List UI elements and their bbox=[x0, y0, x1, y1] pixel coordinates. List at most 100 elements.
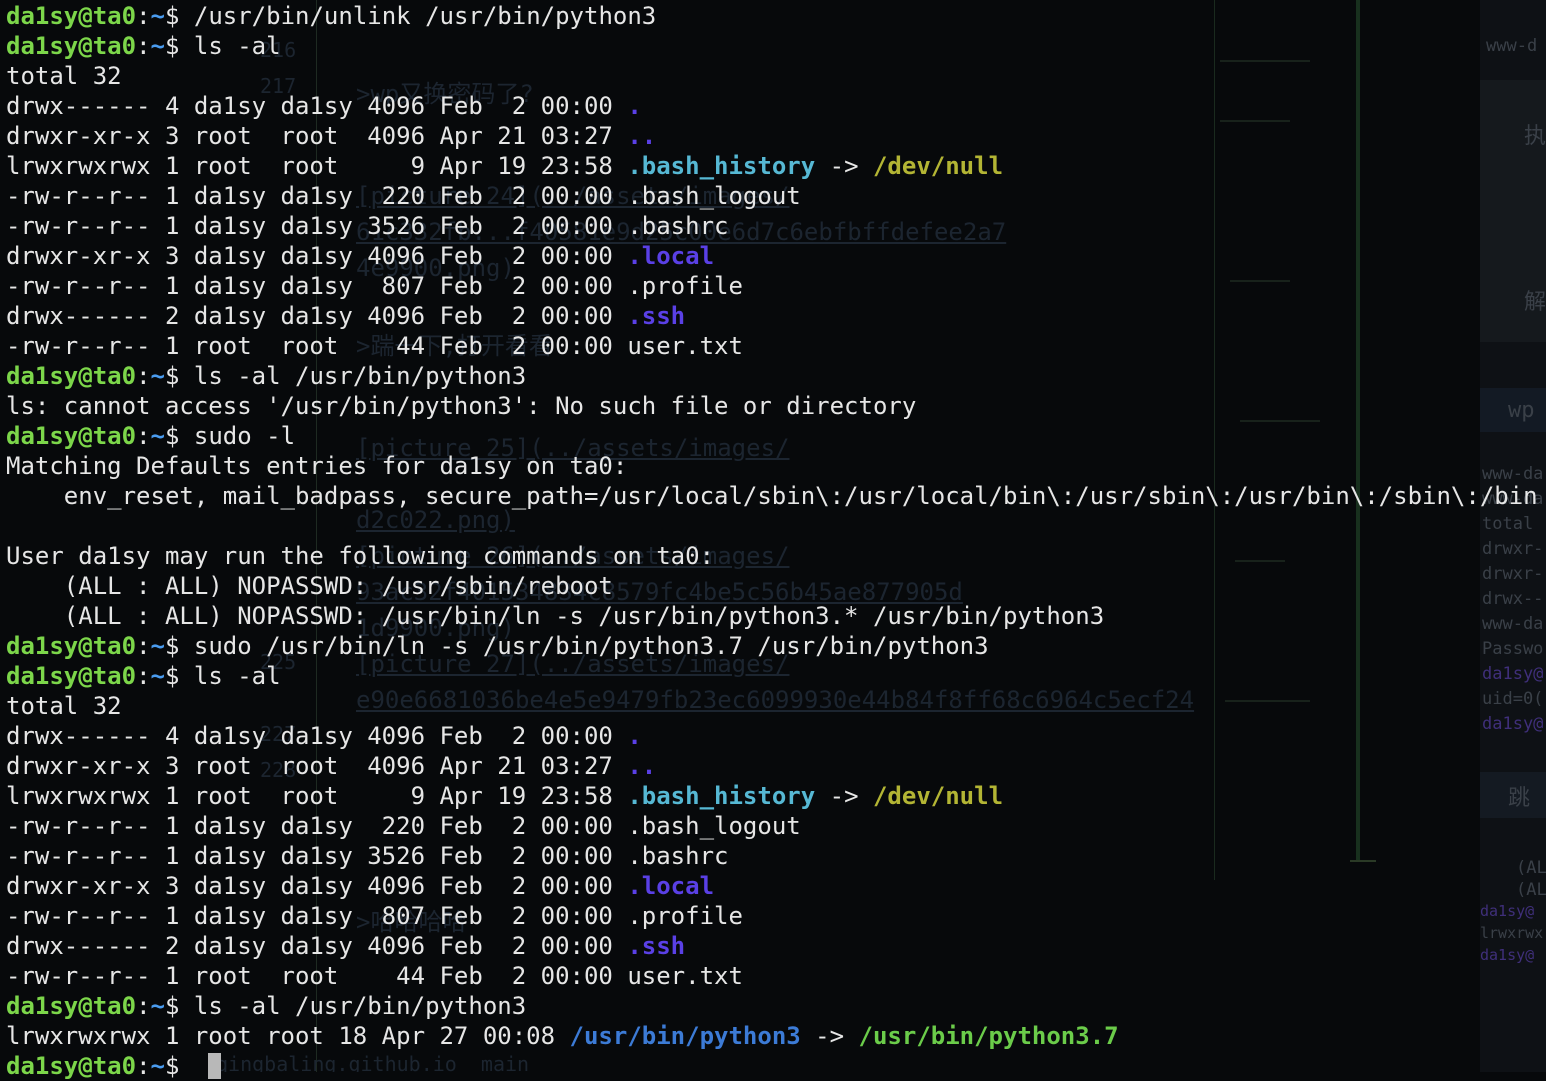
prompt-user: da1sy bbox=[6, 662, 79, 690]
ls-entry: -rw-r--r-- 1 da1sy da1sy 3526 Feb 2 00:0… bbox=[6, 211, 1546, 241]
prompt-line: da1sy@ta0:~$ /usr/bin/unlink /usr/bin/py… bbox=[6, 1, 1546, 31]
ls-attributes: -rw-r--r-- 1 da1sy da1sy 3526 Feb 2 00:0… bbox=[6, 212, 628, 240]
prompt-at: @ bbox=[78, 1052, 93, 1080]
ls-entry: -rw-r--r-- 1 da1sy da1sy 220 Feb 2 00:00… bbox=[6, 181, 1546, 211]
ls-entry: lrwxrwxrwx 1 root root 9 Apr 19 23:58 .b… bbox=[6, 781, 1546, 811]
command-text: sudo /usr/bin/ln -s /usr/bin/python3.7 /… bbox=[193, 632, 989, 660]
ls-entry: -rw-r--r-- 1 da1sy da1sy 220 Feb 2 00:00… bbox=[6, 811, 1546, 841]
prompt-symbol: $ bbox=[164, 1052, 194, 1080]
output-text: (ALL : ALL) NOPASSWD: /usr/bin/ln -s /us… bbox=[6, 602, 1105, 630]
ls-attributes: -rw-r--r-- 1 da1sy da1sy 220 Feb 2 00:00 bbox=[6, 812, 628, 840]
ls-filename: .bash_logout bbox=[627, 812, 801, 840]
output-line: User da1sy may run the following command… bbox=[6, 541, 1546, 571]
prompt-user: da1sy bbox=[6, 992, 79, 1020]
output-text: env_reset, mail_badpass, secure_path=/us… bbox=[6, 482, 1538, 510]
prompt-host: ta0 bbox=[92, 2, 137, 30]
ls-attributes: drwxr-xr-x 3 da1sy da1sy 4096 Feb 2 00:0… bbox=[6, 242, 628, 270]
ls-entry: drwxr-xr-x 3 da1sy da1sy 4096 Feb 2 00:0… bbox=[6, 241, 1546, 271]
prompt-colon: : bbox=[136, 662, 151, 690]
ls-attributes: drwxr-xr-x 3 da1sy da1sy 4096 Feb 2 00:0… bbox=[6, 872, 628, 900]
ls-filename: .bash_logout bbox=[627, 182, 801, 210]
prompt-symbol: $ bbox=[164, 662, 194, 690]
ls-attributes: -rw-r--r-- 1 da1sy da1sy 3526 Feb 2 00:0… bbox=[6, 842, 628, 870]
command-text: ls -al /usr/bin/python3 bbox=[193, 362, 527, 390]
output-line: (ALL : ALL) NOPASSWD: /usr/bin/ln -s /us… bbox=[6, 601, 1546, 631]
ls-entry: drwx------ 4 da1sy da1sy 4096 Feb 2 00:0… bbox=[6, 91, 1546, 121]
terminal-output[interactable]: da1sy@ta0:~$ /usr/bin/unlink /usr/bin/py… bbox=[6, 1, 1546, 1081]
prompt-line: da1sy@ta0:~$ bbox=[6, 1051, 1546, 1081]
prompt-host: ta0 bbox=[92, 422, 137, 450]
ls-filename: .. bbox=[627, 752, 657, 780]
ls-attributes: drwx------ 2 da1sy da1sy 4096 Feb 2 00:0… bbox=[6, 302, 628, 330]
ls-attributes: drwx------ 4 da1sy da1sy 4096 Feb 2 00:0… bbox=[6, 722, 628, 750]
prompt-path: ~ bbox=[150, 422, 165, 450]
prompt-symbol: $ bbox=[164, 32, 194, 60]
prompt-at: @ bbox=[78, 992, 93, 1020]
prompt-user: da1sy bbox=[6, 32, 79, 60]
prompt-host: ta0 bbox=[92, 1052, 137, 1080]
ls-filename: user.txt bbox=[627, 962, 743, 990]
ls-filename: .local bbox=[627, 242, 715, 270]
prompt-path: ~ bbox=[150, 2, 165, 30]
prompt-colon: : bbox=[136, 32, 151, 60]
output-text: (ALL : ALL) NOPASSWD: /usr/sbin/reboot bbox=[6, 572, 613, 600]
prompt-host: ta0 bbox=[92, 362, 137, 390]
prompt-user: da1sy bbox=[6, 362, 79, 390]
output-text: total 32 bbox=[6, 692, 122, 720]
prompt-colon: : bbox=[136, 422, 151, 450]
prompt-path: ~ bbox=[150, 632, 165, 660]
symlink-arrow: -> bbox=[815, 152, 873, 180]
prompt-at: @ bbox=[78, 32, 93, 60]
ls-attributes: lrwxrwxrwx 1 root root 18 Apr 27 00:08 bbox=[6, 1022, 570, 1050]
prompt-colon: : bbox=[136, 632, 151, 660]
ls-filename: .profile bbox=[627, 902, 743, 930]
prompt-line: da1sy@ta0:~$ ls -al bbox=[6, 661, 1546, 691]
ls-filename: . bbox=[627, 722, 642, 750]
prompt-at: @ bbox=[78, 422, 93, 450]
ls-entry: -rw-r--r-- 1 da1sy da1sy 3526 Feb 2 00:0… bbox=[6, 841, 1546, 871]
ls-entry: drwxr-xr-x 3 da1sy da1sy 4096 Feb 2 00:0… bbox=[6, 871, 1546, 901]
ls-entry: lrwxrwxrwx 1 root root 18 Apr 27 00:08 /… bbox=[6, 1021, 1546, 1051]
ls-entry: -rw-r--r-- 1 root root 44 Feb 2 00:00 us… bbox=[6, 961, 1546, 991]
command-text: ls -al bbox=[193, 662, 281, 690]
ls-filename: .bash_history bbox=[627, 152, 816, 180]
prompt-at: @ bbox=[78, 2, 93, 30]
prompt-colon: : bbox=[136, 362, 151, 390]
symlink-arrow: -> bbox=[815, 782, 873, 810]
ls-filename: .profile bbox=[627, 272, 743, 300]
prompt-colon: : bbox=[136, 2, 151, 30]
command-text: /usr/bin/unlink /usr/bin/python3 bbox=[193, 2, 657, 30]
output-line: Matching Defaults entries for da1sy on t… bbox=[6, 451, 1546, 481]
ls-attributes: -rw-r--r-- 1 root root 44 Feb 2 00:00 bbox=[6, 332, 628, 360]
ls-filename: .bashrc bbox=[627, 212, 729, 240]
prompt-colon: : bbox=[136, 1052, 151, 1080]
output-line: total 32 bbox=[6, 61, 1546, 91]
prompt-line: da1sy@ta0:~$ sudo -l bbox=[6, 421, 1546, 451]
prompt-path: ~ bbox=[150, 362, 165, 390]
ls-filename: user.txt bbox=[627, 332, 743, 360]
prompt-path: ~ bbox=[150, 1052, 165, 1080]
output-text: Matching Defaults entries for da1sy on t… bbox=[6, 452, 628, 480]
ls-entry: lrwxrwxrwx 1 root root 9 Apr 19 23:58 .b… bbox=[6, 151, 1546, 181]
ls-filename: .ssh bbox=[627, 932, 686, 960]
terminal-cursor[interactable] bbox=[207, 1053, 221, 1079]
ls-filename: /usr/bin/python3 bbox=[569, 1022, 801, 1050]
symlink-target: /dev/null bbox=[872, 782, 1004, 810]
ls-filename: .local bbox=[627, 872, 715, 900]
command-text: ls -al bbox=[193, 32, 281, 60]
output-line: total 32 bbox=[6, 691, 1546, 721]
ls-attributes: -rw-r--r-- 1 da1sy da1sy 807 Feb 2 00:00 bbox=[6, 272, 628, 300]
ls-attributes: drwxr-xr-x 3 root root 4096 Apr 21 03:27 bbox=[6, 122, 628, 150]
output-line: (ALL : ALL) NOPASSWD: /usr/sbin/reboot bbox=[6, 571, 1546, 601]
prompt-user: da1sy bbox=[6, 422, 79, 450]
ls-entry: -rw-r--r-- 1 root root 44 Feb 2 00:00 us… bbox=[6, 331, 1546, 361]
output-text: total 32 bbox=[6, 62, 122, 90]
ls-attributes: -rw-r--r-- 1 da1sy da1sy 220 Feb 2 00:00 bbox=[6, 182, 628, 210]
prompt-host: ta0 bbox=[92, 662, 137, 690]
symlink-target: /usr/bin/python3.7 bbox=[858, 1022, 1119, 1050]
ls-entry: drwx------ 4 da1sy da1sy 4096 Feb 2 00:0… bbox=[6, 721, 1546, 751]
ls-attributes: drwxr-xr-x 3 root root 4096 Apr 21 03:27 bbox=[6, 752, 628, 780]
ls-entry: drwx------ 2 da1sy da1sy 4096 Feb 2 00:0… bbox=[6, 931, 1546, 961]
ls-entry: -rw-r--r-- 1 da1sy da1sy 807 Feb 2 00:00… bbox=[6, 901, 1546, 931]
